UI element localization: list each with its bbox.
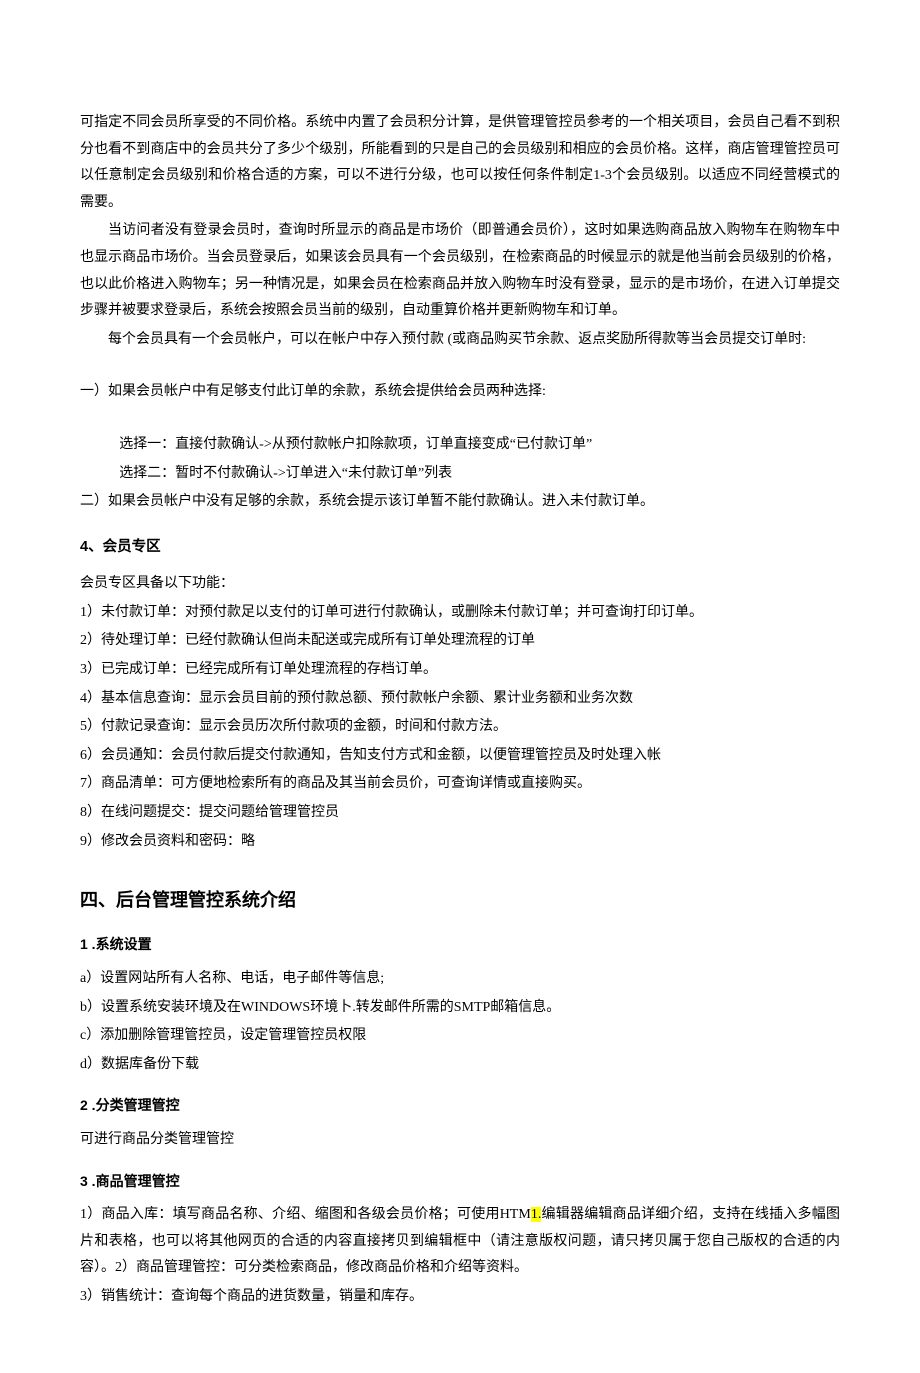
- intro-paragraph-3: 每个会员具有一个会员帐户，可以在帐户中存入预付款 (或商品购买节余款、返点奖励所…: [80, 327, 840, 354]
- sub-1-item-b: b）设置系统安装环境及在WINDOWS环境卜.转发邮件所需的SMTP邮箱信息。: [80, 995, 840, 1022]
- sub-1-item-d: d）数据库备份下载: [80, 1052, 840, 1079]
- sub-1-item-c: c）添加删除管理管控员，设定管理管控员权限: [80, 1023, 840, 1050]
- sub-3-paragraph-1: 1）商品入库：填写商品名称、介绍、缩图和各级会员价格；可使用HTM1.编辑器编辑…: [80, 1202, 840, 1282]
- intro-paragraph-2: 当访问者没有登录会员时，查询时所显示的商品是市场价（即普通会员价），这时如果选购…: [80, 218, 840, 324]
- option-2: 选择二：暂时不付款确认->订单进入“未付款订单”列表: [80, 461, 840, 488]
- option-1: 选择一：直接付款确认->从预付款帐户扣除款项，订单直接变成“已付款订单”: [80, 432, 840, 459]
- sub-2-title: 2 .分类管理管控: [80, 1092, 840, 1119]
- section-4-item-1: 1）未付款订单：对预付款足以支付的订单可进行付款确认，或删除未付款订单；并可查询…: [80, 600, 840, 627]
- section-4-item-5: 5）付款记录查询：显示会员历次所付款项的金额，时间和付款方法。: [80, 714, 840, 741]
- intro-paragraph-1: 可指定不同会员所享受的不同价格。系统中内置了会员积分计算，是供管理管控员参考的一…: [80, 110, 840, 216]
- case-1-heading: 一）如果会员帐户中有足够支付此订单的余款，系统会提供给会员两种选择:: [80, 379, 840, 406]
- sub-2-body: 可进行商品分类管理管控: [80, 1127, 840, 1154]
- sub-1-item-a: a）设置网站所有人名称、电话，电子邮件等信息;: [80, 966, 840, 993]
- sub-3-paragraph-2: 3）销售统计：查询每个商品的进货数量，销量和库存。: [80, 1284, 840, 1311]
- section-4-lead: 会员专区具备以下功能：: [80, 571, 840, 598]
- section-4-item-7: 7）商品清单：可方便地检索所有的商品及其当前会员价，可查询详情或直接购买。: [80, 771, 840, 798]
- case-2-heading: 二）如果会员帐户中没有足够的余款，系统会提示该订单暂不能付款确认。进入未付款订单…: [80, 489, 840, 516]
- sub-3-title: 3 .商品管理管控: [80, 1168, 840, 1195]
- section-4-title: 4、会员专区: [80, 534, 840, 562]
- main-section-4-title: 四、后台管理管控系统介绍: [80, 883, 840, 917]
- section-4-item-6: 6）会员通知：会员付款后提交付款通知，告知支付方式和金额，以便管理管控员及时处理…: [80, 743, 840, 770]
- sub-1-title: 1 .系统设置: [80, 931, 840, 958]
- highlight-text: 1.: [531, 1207, 542, 1222]
- section-4-item-4: 4）基本信息查询：显示会员目前的预付款总额、预付款帐户余额、累计业务额和业务次数: [80, 686, 840, 713]
- section-4-item-3: 3）已完成订单：已经完成所有订单处理流程的存档订单。: [80, 657, 840, 684]
- sub-3-p1-part-a: 1）商品入库：填写商品名称、介绍、缩图和各级会员价格；可使用HTM: [80, 1207, 531, 1222]
- section-4-item-2: 2）待处理订单：已经付款确认但尚未配送或完成所有订单处理流程的订单: [80, 628, 840, 655]
- section-4-item-9: 9）修改会员资料和密码：略: [80, 829, 840, 856]
- section-4-item-8: 8）在线问题提交：提交问题给管理管控员: [80, 800, 840, 827]
